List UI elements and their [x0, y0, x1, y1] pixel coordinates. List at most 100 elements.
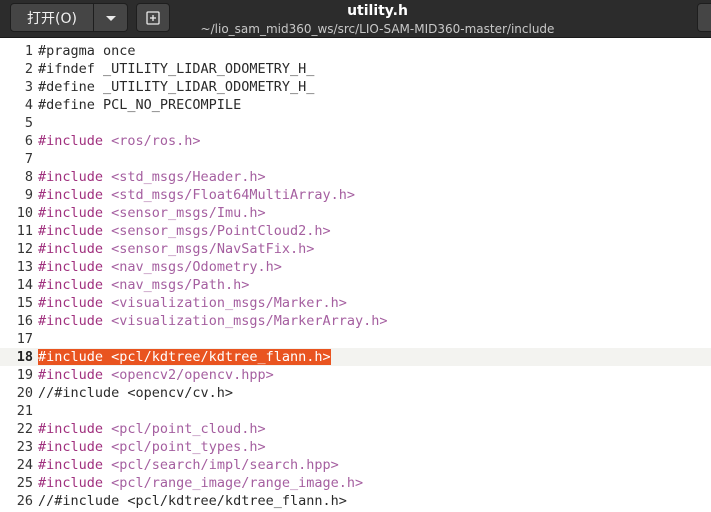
line-number: 23 — [16, 439, 33, 455]
open-menu-button[interactable] — [94, 3, 128, 32]
code-text: #include <pcl/range_image/range_image.h> — [38, 474, 363, 492]
line-number: 20 — [16, 385, 33, 401]
code-token: <ros/ros.h> — [111, 133, 201, 149]
code-text: #include <sensor_msgs/Imu.h> — [38, 204, 266, 222]
line-number: 8 — [24, 169, 33, 185]
code-line[interactable]: 16 #include <visualization_msgs/MarkerArr… — [0, 312, 711, 330]
code-text: #include <nav_msgs/Odometry.h> — [38, 258, 282, 276]
line-number: 22 — [16, 421, 33, 437]
code-token: #include — [38, 205, 112, 221]
code-line[interactable]: 12 #include <sensor_msgs/NavSatFix.h> — [0, 240, 711, 258]
line-number: 5 — [24, 115, 33, 131]
menu-button[interactable] — [697, 3, 711, 32]
code-token: #pragma once — [38, 43, 136, 59]
code-line[interactable]: 25 #include <pcl/range_image/range_image.… — [0, 474, 711, 492]
code-token: <opencv2/opencv.hpp> — [111, 367, 274, 383]
code-line[interactable]: 23 #include <pcl/point_types.h> — [0, 438, 711, 456]
code-line[interactable]: 8 #include <std_msgs/Header.h> — [0, 168, 711, 186]
code-text: #pragma once — [38, 42, 136, 60]
code-line[interactable]: 26 //#include <pcl/kdtree/kdtree_flann.h> — [0, 492, 711, 510]
code-line[interactable]: 5 — [0, 114, 711, 132]
code-text: #include <ros/ros.h> — [38, 132, 201, 150]
header-bar: 打开(O) utility.h ~/lio_sam_mid360_ws/src/… — [0, 0, 711, 38]
code-token: #include — [38, 313, 112, 329]
code-line[interactable]: 2 #ifndef _UTILITY_LIDAR_ODOMETRY_H_ — [0, 60, 711, 78]
code-token: #include — [38, 367, 112, 383]
code-token: <nav_msgs/Path.h> — [111, 277, 250, 293]
code-token: <sensor_msgs/NavSatFix.h> — [111, 241, 315, 257]
code-token: <pcl/range_image/range_image.h> — [111, 475, 364, 491]
code-token: #include — [38, 187, 112, 203]
code-line[interactable]: 19 #include <opencv2/opencv.hpp> — [0, 366, 711, 384]
code-token: <nav_msgs/Odometry.h> — [111, 259, 282, 275]
line-number: 11 — [16, 223, 33, 239]
code-token: #include — [38, 241, 112, 257]
line-number: 15 — [16, 295, 33, 311]
code-text: //#include <pcl/kdtree/kdtree_flann.h> — [38, 492, 347, 510]
code-token: #include — [38, 277, 112, 293]
code-text: #include <visualization_msgs/MarkerArray… — [38, 312, 388, 330]
line-number: 24 — [16, 457, 33, 473]
code-text: #include <visualization_msgs/Marker.h> — [38, 294, 347, 312]
code-token: #include — [38, 457, 112, 473]
code-token: <std_msgs/Float64MultiArray.h> — [111, 187, 355, 203]
code-text: #include <pcl/kdtree/kdtree_flann.h> — [38, 348, 331, 366]
new-tab-button[interactable] — [136, 3, 170, 32]
code-text: #include <pcl/point_cloud.h> — [38, 420, 266, 438]
file-path: ~/lio_sam_mid360_ws/src/LIO-SAM-MID360-m… — [200, 22, 555, 36]
line-number: 7 — [24, 151, 33, 167]
code-token: #define PCL_NO_PRECOMPILE — [38, 97, 242, 113]
code-line[interactable]: 22 #include <pcl/point_cloud.h> — [0, 420, 711, 438]
code-text: #define _UTILITY_LIDAR_ODOMETRY_H_ — [38, 78, 314, 96]
open-button[interactable]: 打开(O) — [10, 3, 94, 32]
code-token: //#include <pcl/kdtree/kdtree_flann.h> — [38, 493, 347, 509]
chevron-down-icon — [106, 16, 116, 21]
code-line[interactable]: 11 #include <sensor_msgs/PointCloud2.h> — [0, 222, 711, 240]
code-text: #include <std_msgs/Float64MultiArray.h> — [38, 186, 355, 204]
code-token: #include — [38, 169, 112, 185]
code-token: <pcl/point_types.h> — [111, 439, 266, 455]
code-line[interactable]: 10 #include <sensor_msgs/Imu.h> — [0, 204, 711, 222]
code-token: <visualization_msgs/MarkerArray.h> — [111, 313, 388, 329]
code-token: #include — [38, 439, 112, 455]
code-token: #define _UTILITY_LIDAR_ODOMETRY_H_ — [38, 79, 315, 95]
code-line[interactable]: 13 #include <nav_msgs/Odometry.h> — [0, 258, 711, 276]
code-editor[interactable]: 1 #pragma once 2 #ifndef _UTILITY_LIDAR_ODO… — [0, 41, 711, 512]
line-number: 16 — [16, 313, 33, 329]
code-token: #include — [38, 295, 112, 311]
code-line[interactable]: 1 #pragma once — [0, 42, 711, 60]
code-line[interactable]: 7 — [0, 150, 711, 168]
code-token: <visualization_msgs/Marker.h> — [111, 295, 347, 311]
code-line[interactable]: 24 #include <pcl/search/impl/search.hpp> — [0, 456, 711, 474]
line-number: 14 — [16, 277, 33, 293]
code-token: #ifndef _UTILITY_LIDAR_ODOMETRY_H_ — [38, 61, 315, 77]
code-text: #include <sensor_msgs/NavSatFix.h> — [38, 240, 314, 258]
line-number: 9 — [24, 187, 33, 203]
code-text: //#include <opencv/cv.h> — [38, 384, 233, 402]
line-number: 18 — [16, 349, 33, 365]
code-token: <sensor_msgs/Imu.h> — [111, 205, 266, 221]
code-line[interactable]: 21 — [0, 402, 711, 420]
code-text: #include <std_msgs/Header.h> — [38, 168, 266, 186]
code-line[interactable]: 14 #include <nav_msgs/Path.h> — [0, 276, 711, 294]
code-token: #include — [38, 475, 112, 491]
code-line[interactable]: 3 #define _UTILITY_LIDAR_ODOMETRY_H_ — [0, 78, 711, 96]
line-number: 26 — [16, 493, 33, 509]
line-number: 13 — [16, 259, 33, 275]
code-line[interactable]: 15 #include <visualization_msgs/Marker.h> — [0, 294, 711, 312]
line-number: 3 — [24, 79, 33, 95]
code-line[interactable]: 17 — [0, 330, 711, 348]
code-token: <std_msgs/Header.h> — [111, 169, 266, 185]
code-token: <sensor_msgs/PointCloud2.h> — [111, 223, 331, 239]
line-number: 21 — [16, 403, 33, 419]
code-line[interactable]: 4 #define PCL_NO_PRECOMPILE — [0, 96, 711, 114]
code-line[interactable]: 18 #include <pcl/kdtree/kdtree_flann.h> — [0, 348, 711, 366]
code-line[interactable]: 9 #include <std_msgs/Float64MultiArray.h> — [0, 186, 711, 204]
line-number: 1 — [24, 43, 33, 59]
window-title-area: utility.h ~/lio_sam_mid360_ws/src/LIO-SA… — [200, 3, 555, 37]
code-text: #include <sensor_msgs/PointCloud2.h> — [38, 222, 331, 240]
code-line[interactable]: 6 #include <ros/ros.h> — [0, 132, 711, 150]
selected-text: #include <pcl/kdtree/kdtree_flann.h> — [38, 349, 331, 365]
line-number: 17 — [16, 331, 33, 347]
code-line[interactable]: 20 //#include <opencv/cv.h> — [0, 384, 711, 402]
